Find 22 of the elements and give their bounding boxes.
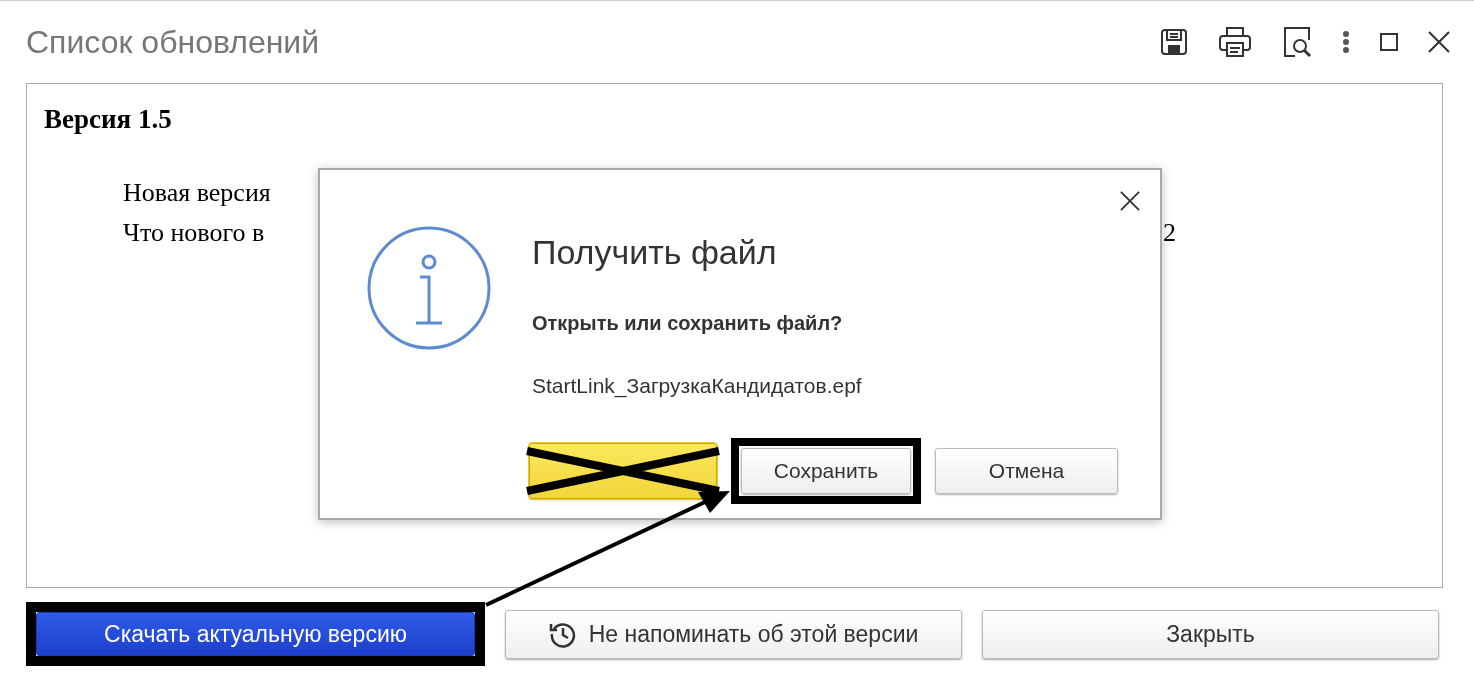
dialog-button[interactable]: Сохранить [741,448,911,494]
dialog-question: Открыть или сохранить файл? [532,312,844,335]
maximize-icon[interactable] [1379,32,1399,52]
info-icon [366,225,492,351]
save-icon[interactable] [1159,27,1189,57]
close-icon[interactable] [1120,191,1140,211]
dialog-title: Получить файл [532,232,778,272]
preview-icon[interactable] [1281,26,1313,58]
history-icon [548,620,577,648]
file-name: StartLink_ЗагрузкаКандидатов.epf [532,374,863,398]
version-heading: Версия 1.5 [44,104,173,135]
more-icon[interactable] [1342,30,1350,54]
printer-icon[interactable] [1218,26,1252,58]
download-button[interactable]: Скачать актуальную версию [36,612,475,656]
dialog-button[interactable]: Отмена [935,448,1118,494]
close-icon[interactable] [1428,31,1450,53]
window-title: Список обновлений [26,23,321,61]
notes-text: Что нового в [123,217,265,249]
notes-text: 2 [1163,217,1176,249]
close-button[interactable]: Закрыть [982,609,1439,659]
dont-remind-button[interactable]: Не напоминать об этой версии [505,609,962,659]
notes-text: Новая версия [123,177,271,209]
